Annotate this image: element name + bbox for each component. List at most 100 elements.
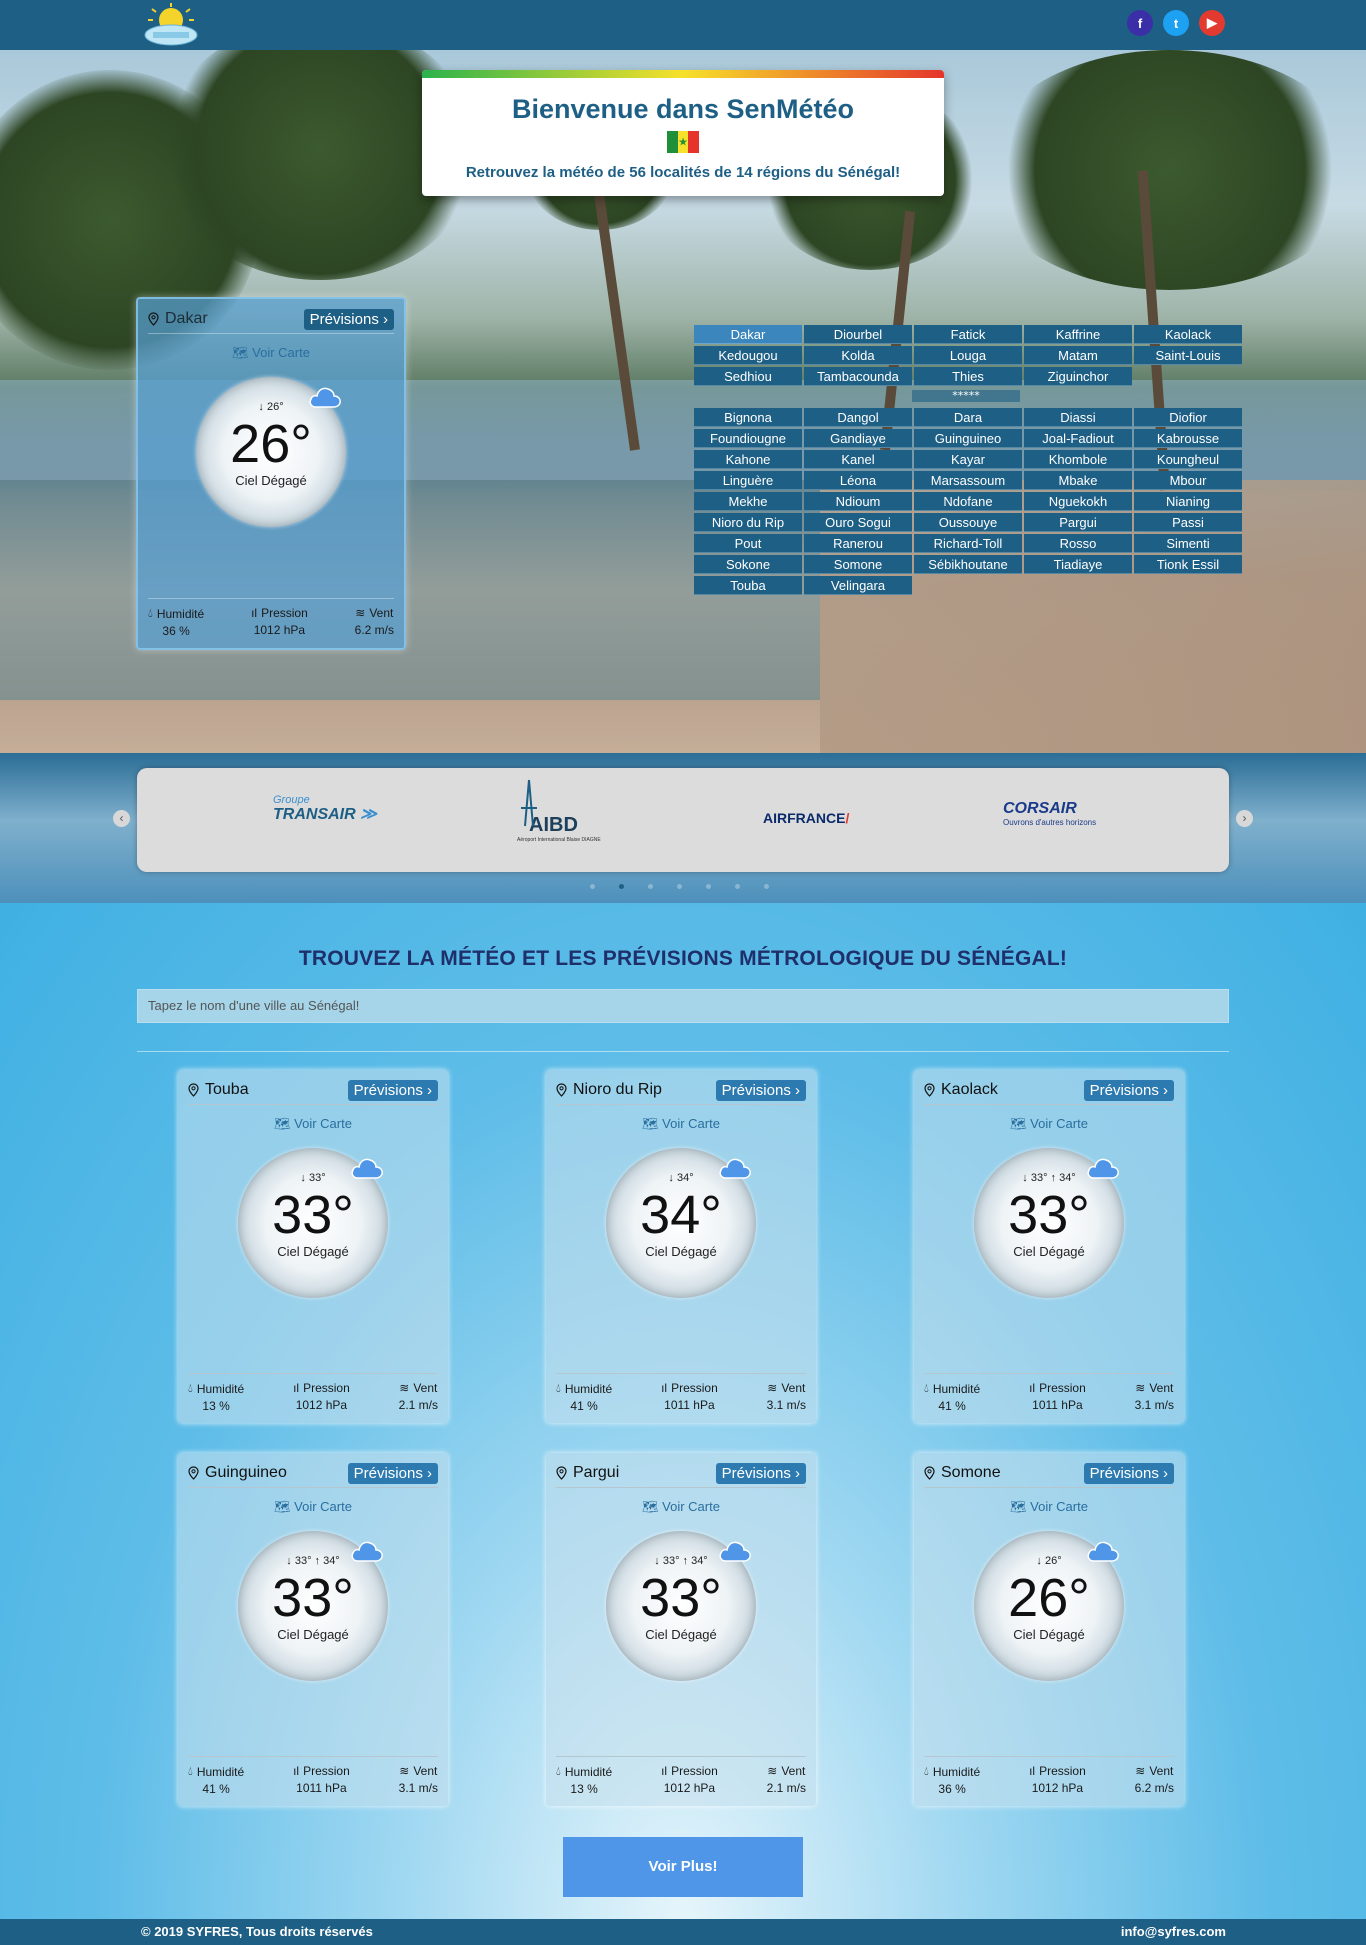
city-button[interactable]: Rosso: [1024, 534, 1132, 553]
wind-stat: ≋ Vent 6.2 m/s: [1135, 1764, 1174, 1796]
humidity-value: 13 %: [202, 1399, 230, 1413]
transair-logo[interactable]: Groupe TRANSAIR ≫: [273, 794, 377, 824]
carousel-dot[interactable]: [648, 884, 653, 889]
city-button[interactable]: Fatick: [914, 325, 1022, 344]
city-button[interactable]: Linguère: [694, 471, 802, 490]
city-button[interactable]: Bignona: [694, 408, 802, 427]
city-button[interactable]: Tambacounda: [804, 367, 912, 386]
city-button[interactable]: Marsassoum: [914, 471, 1022, 490]
city-button[interactable]: Ndofane: [914, 492, 1022, 511]
city-button[interactable]: Tionk Essil: [1134, 555, 1242, 574]
city-button[interactable]: Mbour: [1134, 471, 1242, 490]
city-button[interactable]: Kaffrine: [1024, 325, 1132, 344]
previsions-button[interactable]: Prévisions ›: [303, 308, 394, 330]
city-button[interactable]: Dara: [914, 408, 1022, 427]
carousel-dot[interactable]: [590, 884, 595, 889]
city-button[interactable]: Nianing: [1134, 492, 1242, 511]
carousel-dot-active[interactable]: [619, 884, 624, 889]
pressure-label: Pression: [671, 1764, 718, 1778]
city-button[interactable]: Velingara: [804, 576, 912, 595]
droplet-icon: 💧︎: [188, 1764, 193, 1778]
city-button[interactable]: Somone: [804, 555, 912, 574]
city-button[interactable]: Guinguineo: [914, 429, 1022, 448]
previsions-button[interactable]: Prévisions ›: [1083, 1079, 1174, 1101]
city-button[interactable]: Oussouye: [914, 513, 1022, 532]
city-button[interactable]: Foundiougne: [694, 429, 802, 448]
city-button[interactable]: Ziguinchor: [1024, 367, 1132, 386]
voir-carte-link[interactable]: 🗺︎ Voir Carte: [924, 1116, 1174, 1132]
city-button[interactable]: Touba: [694, 576, 802, 595]
aibd-logo[interactable]: AIBD Aéroport International Blaise DIAGN…: [517, 779, 601, 843]
previsions-button[interactable]: Prévisions ›: [715, 1462, 806, 1484]
city-button[interactable]: Pout: [694, 534, 802, 553]
previsions-button[interactable]: Prévisions ›: [347, 1462, 438, 1484]
city-button[interactable]: Saint-Louis: [1134, 346, 1242, 365]
city-button[interactable]: Matam: [1024, 346, 1132, 365]
voir-carte-link[interactable]: 🗺︎ Voir Carte: [188, 1499, 438, 1515]
cloud-icon: [1087, 1541, 1119, 1562]
wind-label: Vent: [413, 1381, 438, 1395]
voir-plus-button[interactable]: Voir Plus!: [563, 1837, 803, 1897]
voir-carte-link[interactable]: 🗺︎ Voir Carte: [556, 1116, 806, 1132]
city-button[interactable]: Nguekokh: [1024, 492, 1132, 511]
city-button[interactable]: Ndioum: [804, 492, 912, 511]
city-button[interactable]: Sokone: [694, 555, 802, 574]
city-button[interactable]: Kaolack: [1134, 325, 1242, 344]
footer-email-link[interactable]: info@syfres.com: [1121, 1924, 1226, 1939]
city-button[interactable]: Mekhe: [694, 492, 802, 511]
city-button[interactable]: Léona: [804, 471, 912, 490]
city-button[interactable]: Thies: [914, 367, 1022, 386]
city-button[interactable]: Ouro Sogui: [804, 513, 912, 532]
city-button[interactable]: Kayar: [914, 450, 1022, 469]
city-button[interactable]: Diofior: [1134, 408, 1242, 427]
city-button[interactable]: Pargui: [1024, 513, 1132, 532]
city-button[interactable]: Mbake: [1024, 471, 1132, 490]
city-button[interactable]: Kanel: [804, 450, 912, 469]
city-button[interactable]: Tiadiaye: [1024, 555, 1132, 574]
corsair-logo[interactable]: CORSAIR Ouvrons d'autres horizons: [1003, 800, 1096, 827]
city-button[interactable]: Sébikhoutane: [914, 555, 1022, 574]
arrow-down-icon: ↓: [286, 1555, 292, 1567]
city-button[interactable]: Simenti: [1134, 534, 1242, 553]
voir-carte-link[interactable]: 🗺︎ Voir Carte: [556, 1499, 806, 1515]
voir-carte-link[interactable]: 🗺︎ Voir Carte: [924, 1499, 1174, 1515]
carousel-dot[interactable]: [706, 884, 711, 889]
city-button[interactable]: Nioro du Rip: [694, 513, 802, 532]
voir-carte-link[interactable]: 🗺︎ Voir Carte: [188, 1116, 438, 1132]
city-button[interactable]: Richard-Toll: [914, 534, 1022, 553]
city-button[interactable]: Passi: [1134, 513, 1242, 532]
city-button[interactable]: Kahone: [694, 450, 802, 469]
city-button[interactable]: Dakar: [694, 325, 802, 344]
city-button[interactable]: Koungheul: [1134, 450, 1242, 469]
carousel-next-icon[interactable]: ›: [1236, 810, 1253, 827]
temp-minmax-value: 33° ↑ 34°: [662, 1555, 708, 1567]
carousel-prev-icon[interactable]: ‹: [113, 810, 130, 827]
city-button[interactable]: Sedhiou: [694, 367, 802, 386]
city-button[interactable]: Kabrousse: [1134, 429, 1242, 448]
carousel-dot[interactable]: [735, 884, 740, 889]
facebook-icon[interactable]: f: [1127, 10, 1153, 36]
city-button[interactable]: Joal-Fadiout: [1024, 429, 1132, 448]
city-button[interactable]: Diassi: [1024, 408, 1132, 427]
city-button[interactable]: Kolda: [804, 346, 912, 365]
airfrance-logo[interactable]: AIRFRANCE/: [763, 810, 849, 826]
city-button[interactable]: Ranerou: [804, 534, 912, 553]
previsions-button[interactable]: Prévisions ›: [715, 1079, 806, 1101]
carousel-dot[interactable]: [764, 884, 769, 889]
previsions-button[interactable]: Prévisions ›: [1083, 1462, 1174, 1484]
city-button[interactable]: Dangol: [804, 408, 912, 427]
senmeteo-logo[interactable]: [142, 3, 200, 47]
voir-carte-link[interactable]: 🗺︎ Voir Carte: [148, 345, 394, 361]
previsions-button[interactable]: Prévisions ›: [347, 1079, 438, 1101]
twitter-icon[interactable]: t: [1163, 10, 1189, 36]
city-search-input[interactable]: Tapez le nom d'une ville au Sénégal!: [137, 989, 1229, 1023]
city-button[interactable]: Louga: [914, 346, 1022, 365]
city-button[interactable]: Kedougou: [694, 346, 802, 365]
city-button[interactable]: Khombole: [1024, 450, 1132, 469]
city-button[interactable]: Gandiaye: [804, 429, 912, 448]
hero-banner: Bienvenue dans SenMétéo ★ Retrouvez la m…: [0, 50, 1366, 753]
weather-description: Ciel Dégagé: [1013, 1244, 1085, 1259]
youtube-icon[interactable]: ▶: [1199, 10, 1225, 36]
carousel-dot[interactable]: [677, 884, 682, 889]
city-button[interactable]: Diourbel: [804, 325, 912, 344]
